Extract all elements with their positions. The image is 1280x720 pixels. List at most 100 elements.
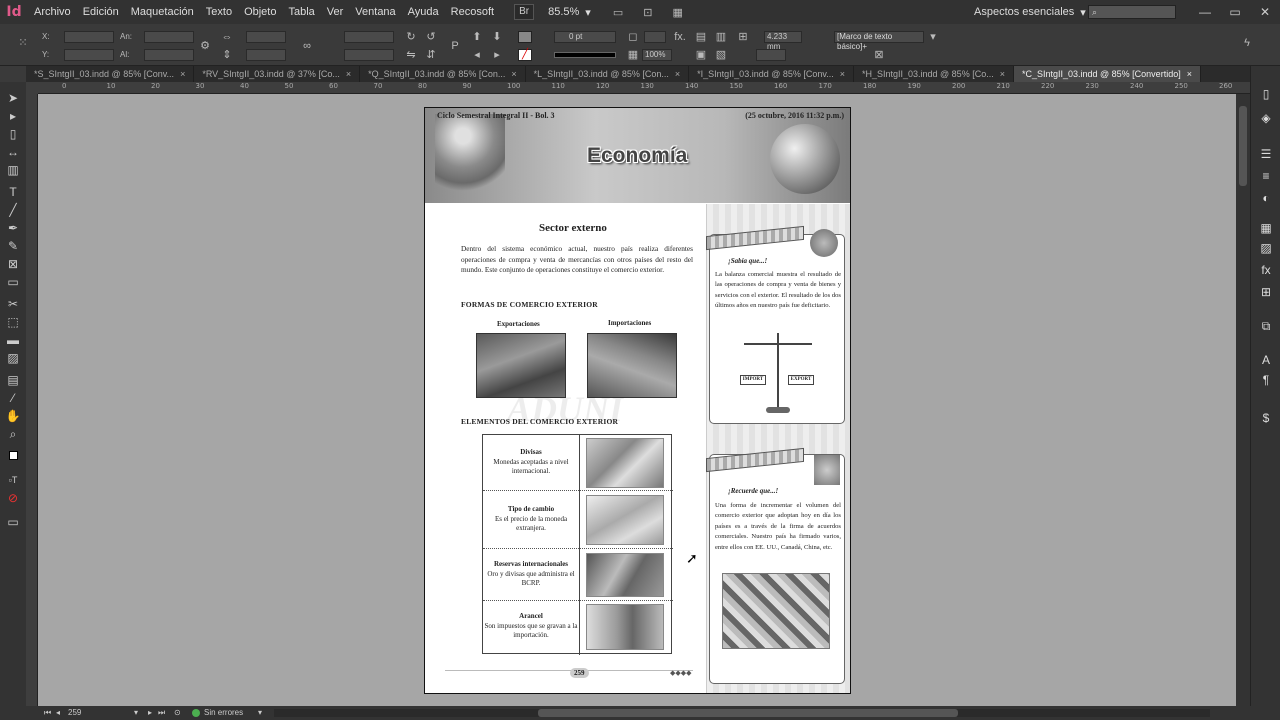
width-field[interactable] [144, 31, 194, 43]
close-icon[interactable]: × [511, 66, 516, 82]
vertical-scrollbar[interactable] [1236, 94, 1250, 706]
first-page-icon[interactable]: ⏮ [44, 708, 51, 718]
lightning-icon[interactable]: ϟ [1240, 36, 1254, 50]
column-dropdown[interactable] [756, 49, 786, 61]
close-icon[interactable]: × [1000, 66, 1005, 82]
direct-selection-tool-icon[interactable]: ▸ [4, 108, 22, 124]
x-field[interactable] [64, 31, 114, 43]
y-field[interactable] [64, 49, 114, 61]
text-wrap-jump-icon[interactable]: ▧ [714, 48, 728, 62]
rotate-ccw-icon[interactable]: ↺ [424, 30, 438, 44]
tab-h-sintgii[interactable]: *H_SIntgII_03.indd @ 85% [Co... × [854, 66, 1014, 82]
select-content-icon[interactable]: ⬇ [490, 30, 504, 44]
line-tool-icon[interactable]: ╱ [4, 202, 22, 218]
menu-edicion[interactable]: Edición [77, 0, 125, 24]
menu-maquetacion[interactable]: Maquetación [125, 0, 200, 24]
text-wrap-none-icon[interactable]: ▤ [694, 30, 708, 44]
corner-options-icon[interactable]: ◻ [626, 30, 640, 44]
last-page-icon[interactable]: ⏭ [158, 708, 165, 718]
close-icon[interactable]: ✕ [1250, 0, 1280, 24]
page-tool-icon[interactable]: ▯ [4, 126, 22, 142]
opacity-field[interactable]: 100% [642, 49, 672, 61]
horizontal-scrollbar[interactable] [274, 709, 1210, 717]
scale-x-field[interactable] [246, 31, 286, 43]
swatches-panel-icon[interactable]: ▦ [1258, 220, 1274, 236]
bridge-button[interactable]: Br [514, 4, 535, 20]
page-field[interactable]: 259 [68, 708, 81, 717]
fill-swatch[interactable] [518, 31, 532, 43]
scale-x-icon[interactable]: ⇔ [220, 30, 234, 44]
constrain-icon[interactable]: ⚙ [198, 39, 212, 53]
height-field[interactable] [144, 49, 194, 61]
formatting-container-icon[interactable]: ▫T [4, 472, 22, 488]
tab-rv-sintgii[interactable]: *RV_SIntgII_03.indd @ 37% [Co... × [194, 66, 361, 82]
search-input[interactable]: ⌕ [1088, 5, 1176, 19]
select-container-icon[interactable]: ⬆ [470, 30, 484, 44]
close-icon[interactable]: × [180, 66, 185, 82]
chevron-down-icon[interactable]: ▾ [258, 708, 262, 717]
hand-tool-icon[interactable]: ✋ [4, 408, 22, 424]
tab-l-sintgii[interactable]: *L_SIntgII_03.indd @ 85% [Con... × [526, 66, 690, 82]
tab-c-sintgii-active[interactable]: *C_SIntgII_03.indd @ 85% [Convertido] × [1013, 66, 1201, 82]
stroke-type-dropdown[interactable] [554, 52, 616, 58]
chevron-down-icon[interactable]: ▾ [134, 708, 138, 717]
gradient-feather-tool-icon[interactable]: ▨ [4, 350, 22, 366]
select-previous-icon[interactable]: ◂ [470, 48, 484, 62]
tab-q-sintgii[interactable]: *Q_SIntgII_03.indd @ 85% [Con... × [360, 66, 526, 82]
horizontal-ruler[interactable]: 0 10 20 30 40 50 60 70 80 90 100 110 120 130 140 150 160… [38, 82, 1250, 94]
open-page-icon[interactable]: ⊙ [174, 708, 181, 717]
note-tool-icon[interactable]: ▤ [4, 372, 22, 388]
rotate-field[interactable] [344, 31, 394, 43]
previous-page-icon[interactable]: ◂ [56, 708, 60, 717]
screen-mode-icon[interactable]: ▭ [613, 6, 623, 19]
close-icon[interactable]: × [346, 66, 351, 82]
menu-ventana[interactable]: Ventana [349, 0, 401, 24]
clear-override-icon[interactable]: ⊠ [872, 48, 886, 62]
scroll-thumb[interactable] [538, 709, 958, 717]
pencil-tool-icon[interactable]: ✎ [4, 238, 22, 254]
fill-stroke-icon[interactable] [4, 448, 22, 464]
corner-size-field[interactable] [644, 31, 666, 43]
menu-ver[interactable]: Ver [321, 0, 350, 24]
paragraph-styles-icon[interactable]: ¶ [1258, 372, 1274, 388]
scroll-thumb[interactable] [1239, 106, 1247, 186]
stroke-panel-icon[interactable]: ≡ [1258, 168, 1274, 184]
arrange-documents-icon[interactable]: ▦ [672, 6, 682, 19]
stroke-swatch[interactable]: ╱ [518, 49, 532, 61]
text-wrap-shape-icon[interactable]: ▣ [694, 48, 708, 62]
color-panel-icon[interactable]: ◐ [1258, 190, 1274, 206]
fit-frame-icon[interactable]: ⊞ [736, 30, 750, 44]
close-icon[interactable]: × [840, 66, 845, 82]
vertical-ruler[interactable] [26, 94, 38, 706]
shear-field[interactable] [344, 49, 394, 61]
menu-ayuda[interactable]: Ayuda [402, 0, 445, 24]
gradient-swatch-tool-icon[interactable]: ▬ [4, 332, 22, 348]
reference-point-icon[interactable]: ⁙ [16, 36, 30, 50]
menu-recosoft[interactable]: Recosoft [445, 0, 500, 24]
recosoft-panel-icon[interactable]: $ [1258, 410, 1274, 426]
zoom-control[interactable]: 85.5% ▾ [548, 6, 591, 19]
layers-panel-icon[interactable]: ◈ [1258, 110, 1274, 126]
restore-icon[interactable]: ▭ [1220, 0, 1250, 24]
pen-tool-icon[interactable]: ✒ [4, 220, 22, 236]
chevron-down-icon[interactable]: ▾ [926, 30, 940, 44]
menu-texto[interactable]: Texto [200, 0, 238, 24]
links-panel-icon[interactable]: ☰ [1258, 146, 1274, 162]
opacity-icon[interactable]: ▦ [626, 48, 640, 62]
next-page-icon[interactable]: ▸ [148, 708, 152, 717]
view-options-icon[interactable]: ⊡ [643, 6, 652, 19]
link-icon[interactable]: ∞ [300, 39, 314, 53]
content-collector-icon[interactable]: ▥ [4, 162, 22, 178]
close-icon[interactable]: × [1187, 66, 1192, 82]
dimension-field[interactable]: 4.233 mm [764, 31, 802, 51]
tab-i-sintgii[interactable]: *I_SIntgII_03.indd @ 85% [Conv... × [689, 66, 854, 82]
close-icon[interactable]: × [675, 66, 680, 82]
zoom-tool-icon[interactable]: ⌕ [4, 426, 22, 442]
stroke-weight-field[interactable]: 0 pt [554, 31, 616, 43]
type-tool-icon[interactable]: T [4, 184, 22, 200]
minimize-icon[interactable]: — [1190, 0, 1220, 24]
menu-objeto[interactable]: Objeto [238, 0, 282, 24]
rotate-cw-icon[interactable]: ↻ [404, 30, 418, 44]
hyperlinks-panel-icon[interactable]: ⧉ [1258, 318, 1274, 334]
paragraph-icon[interactable]: P [448, 39, 462, 53]
